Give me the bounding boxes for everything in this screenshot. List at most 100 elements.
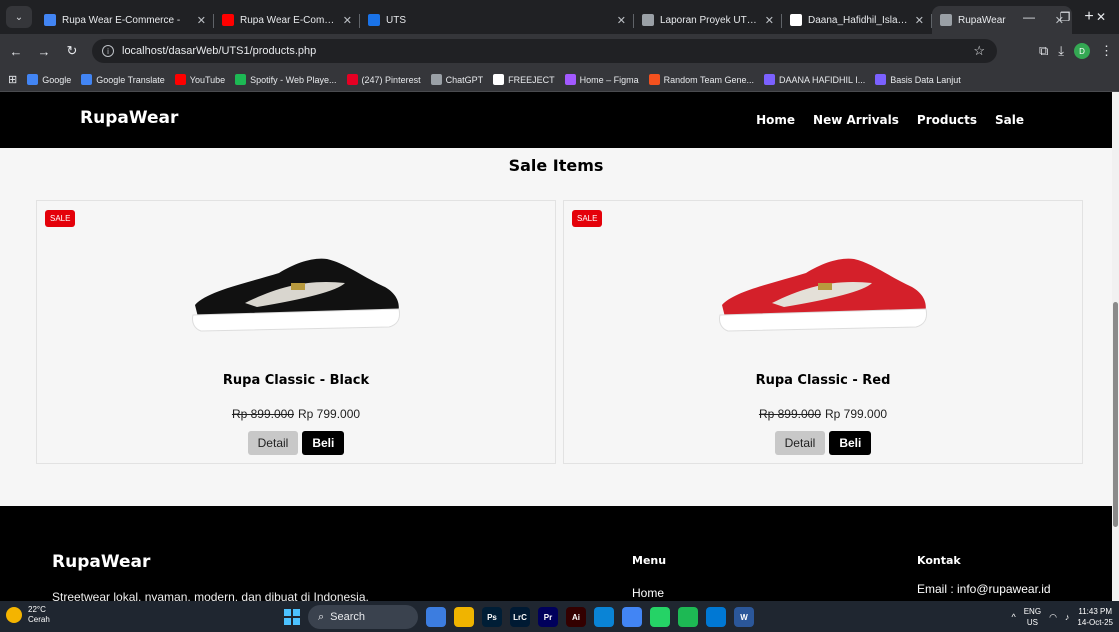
buy-button[interactable]: Beli [829,431,872,455]
windows-taskbar: 22°C Cerah ⌕ Search Ps LrC Pr Ai W ^ ENG US … [0,601,1119,632]
volume-icon[interactable]: ♪ [1065,612,1070,622]
back-icon[interactable]: ← [4,39,28,63]
wifi-icon[interactable]: ◠ [1049,612,1057,623]
download-icon[interactable]: ⤓ [1058,43,1064,59]
apps-grid-icon[interactable]: ⊞ [8,73,17,86]
bookmark-star-icon[interactable]: ☆ [973,43,985,59]
nav-new-arrivals[interactable]: New Arrivals [813,113,899,127]
shoe-image [719,258,927,332]
bookmark-item[interactable]: (247) Pinterest [346,74,421,85]
tab-search-menu-icon[interactable]: ⌄ [6,6,32,28]
taskbar-app-icon[interactable] [426,607,446,627]
bookmark-label: FREEJECT [508,74,555,85]
lang-code: ENG [1023,607,1042,616]
bookmark-item[interactable]: ChatGPT [430,74,484,85]
bookmark-label: ChatGPT [445,74,484,85]
minimize-icon[interactable]: — [1011,0,1047,34]
footer-brand: RupaWear [52,552,151,572]
taskbar-app-icon[interactable] [650,607,670,627]
site-info-icon[interactable]: i [102,45,114,57]
windows-start-icon[interactable] [284,609,300,625]
tab-title: Laporan Proyek UTS.docx [660,14,759,26]
site-logo[interactable]: RupaWear [80,108,178,128]
address-bar[interactable]: i localhost/dasarWeb/UTS1/products.php ☆ [92,39,997,63]
tab-close-icon[interactable]: ✕ [617,14,626,27]
bookmark-item[interactable]: Basis Data Lanjut [875,74,961,85]
nav-products[interactable]: Products [917,113,977,127]
profile-avatar[interactable]: D [1074,43,1090,59]
bookmark-item[interactable]: FREEJECT [493,74,555,85]
extensions-icon[interactable]: ⧉ [1039,43,1048,59]
bookmark-item[interactable]: YouTube [174,74,226,85]
page-scrollbar[interactable] [1112,92,1119,601]
taskbar-app-icon[interactable]: Pr [538,607,558,627]
taskbar-app-icon[interactable]: Ps [482,607,502,627]
product-card: SALE Rupa Classic - Black Rp 899.000 Rp 7… [36,200,556,464]
taskbar-search[interactable]: ⌕ Search [308,605,418,629]
bookmark-item[interactable]: Spotify - Web Playe... [235,74,337,85]
browser-tab[interactable]: Daana_Hafidhil_Islam_DES ✕ [782,6,932,34]
bookmark-item[interactable]: Google [27,74,71,85]
bookmark-label: Home – Figma [579,74,639,85]
scrollbar-thumb[interactable] [1113,302,1118,527]
url-text: localhost/dasarWeb/UTS1/products.php [122,45,317,57]
restore-icon[interactable]: ❐ [1047,0,1083,34]
weather-widget[interactable]: 22°C Cerah [6,605,50,625]
tab-favicon-icon [44,14,56,26]
tab-close-icon[interactable]: ✕ [197,14,206,27]
taskbar-app-icon[interactable]: W [734,607,754,627]
toolbar-actions: ⧉ ⤓ D ⋮ [1039,39,1113,63]
taskbar-app-icon[interactable] [454,607,474,627]
tab-title: Daana_Hafidhil_Islam_DES [808,14,909,26]
product-name: Rupa Classic - Red [755,373,891,388]
bookmark-item[interactable]: Random Team Gene... [648,74,754,85]
forward-icon[interactable]: → [32,39,56,63]
browser-tab[interactable]: Rupa Wear E-Commerce - ✕ [36,6,214,34]
browser-tab[interactable]: UTS ✕ [360,6,634,34]
bookmark-label: YouTube [189,74,226,85]
tray-overflow-icon[interactable]: ^ [1011,612,1015,622]
bookmark-label: Google Translate [96,74,165,85]
browser-tab[interactable]: Laporan Proyek UTS.docx ✕ [634,6,782,34]
taskbar-app-icon[interactable] [594,607,614,627]
bookmark-favicon-icon [875,74,887,85]
bookmark-item[interactable]: DAANA HAFIDHIL I... [764,74,865,85]
taskbar-apps: ⌕ Search Ps LrC Pr Ai W [284,605,754,629]
site-footer: RupaWear Streetwear lokal, nyaman, moder… [0,506,1112,601]
detail-button[interactable]: Detail [774,431,826,455]
footer-email: Email : info@rupawear.id [917,582,1051,596]
detail-button[interactable]: Detail [247,431,299,455]
bookmark-item[interactable]: Google Translate [81,74,165,85]
sale-badge: SALE [45,210,76,227]
taskbar-app-icon[interactable] [678,607,698,627]
language-indicator[interactable]: ENG US [1024,606,1041,628]
reload-icon[interactable]: ↻ [60,39,84,63]
product-price: Rp 899.000 Rp 799.000 [564,407,1082,421]
tab-close-icon[interactable]: ✕ [765,14,774,27]
clock[interactable]: 11:43 PM 14-Oct-25 [1077,606,1113,628]
footer-link-home[interactable]: Home [632,586,664,600]
tab-close-icon[interactable]: ✕ [343,14,352,27]
main-nav: Home New Arrivals Products Sale [756,113,1024,127]
taskbar-app-icon[interactable] [706,607,726,627]
bookmark-favicon-icon [81,74,93,85]
bookmark-favicon-icon [346,74,358,85]
bookmarks-bar: ⊞ Google Google Translate YouTube Spotify -… [0,68,1119,92]
product-actions: Detail Beli [564,431,1082,455]
taskbar-app-icon[interactable] [622,607,642,627]
browser-tab[interactable]: Rupa Wear E-Commerce ✕ [214,6,360,34]
close-window-icon[interactable]: ✕ [1083,0,1119,34]
nav-home[interactable]: Home [756,113,795,127]
tab-favicon-icon [940,14,952,26]
weather-condition: Cerah [28,615,50,624]
buy-button[interactable]: Beli [302,431,345,455]
nav-sale[interactable]: Sale [995,113,1024,127]
more-menu-icon[interactable]: ⋮ [1100,43,1113,59]
section-title: Sale Items [508,156,604,175]
region-code: US [1026,618,1038,627]
taskbar-app-icon[interactable]: Ai [566,607,586,627]
tab-close-icon[interactable]: ✕ [915,14,924,27]
bookmark-item[interactable]: Home – Figma [564,74,639,85]
bookmark-favicon-icon [564,74,576,85]
taskbar-app-icon[interactable]: LrC [510,607,530,627]
